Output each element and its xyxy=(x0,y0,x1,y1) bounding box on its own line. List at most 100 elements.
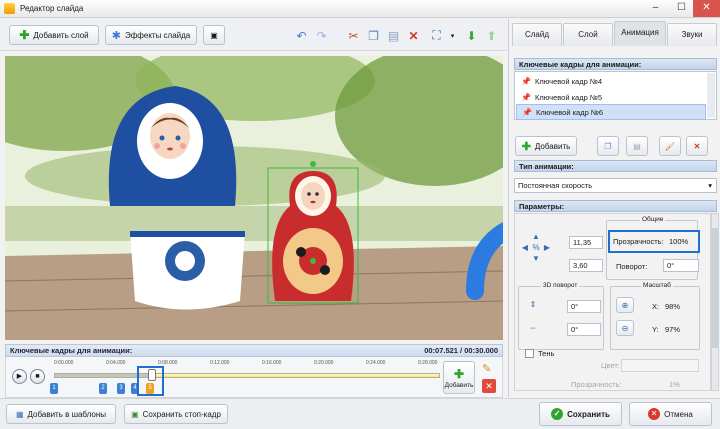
save-label: Сохранить xyxy=(567,409,610,419)
save-frame-button[interactable]: ▣ Сохранить стоп-кадр xyxy=(124,404,228,424)
shadow-color-field[interactable] xyxy=(621,359,699,372)
percent-icon[interactable]: % xyxy=(531,243,541,253)
opacity-value[interactable]: 100% xyxy=(669,237,688,246)
add-layer-button[interactable]: ✚ Добавить слой xyxy=(9,25,99,45)
slide-canvas[interactable] xyxy=(5,56,503,340)
tab-animation[interactable]: Анимация xyxy=(614,21,666,46)
screens-icon: ▣ xyxy=(210,30,218,40)
add-to-templates-button[interactable]: ▦ Добавить в шаблоны xyxy=(6,404,116,424)
ruler-tick: 0:20.000 xyxy=(314,360,334,366)
list-item[interactable]: 📌 Ключевой кадр №5 xyxy=(516,89,706,105)
animation-type-select[interactable]: Постоянная скорость ▾ xyxy=(514,178,717,193)
close-icon[interactable]: ✕ xyxy=(693,0,720,17)
slide-effects-button[interactable]: ✱ Эффекты слайда xyxy=(105,25,197,45)
undo-icon[interactable]: ↶ xyxy=(293,27,310,44)
move-down-icon[interactable]: ⬇ xyxy=(463,27,480,44)
scale-x-value[interactable]: 98% xyxy=(665,302,680,311)
rot3d-y-field[interactable]: 0° xyxy=(567,323,601,336)
scale-group-title: Масштаб xyxy=(641,282,673,289)
slide-effects-label: Эффекты слайда xyxy=(124,30,191,40)
tab-sounds[interactable]: Звуки xyxy=(667,23,717,46)
rot3d-group: 3D поворот xyxy=(518,282,604,350)
arrow-up-icon[interactable]: ▲ xyxy=(531,232,541,242)
play-icon: ▶ xyxy=(16,373,23,380)
shadow-opacity-label: Прозрачность: xyxy=(571,380,622,389)
scale-y-value[interactable]: 97% xyxy=(665,325,680,334)
zoom-in-button[interactable]: ⊕ xyxy=(616,297,634,313)
add-to-templates-label: Добавить в шаблоны xyxy=(27,409,107,419)
params-header: Параметры: xyxy=(514,200,717,212)
shadow-color-label: Цвет: xyxy=(601,361,620,370)
edit-icon[interactable]: ✎ xyxy=(482,362,496,376)
timeline-add-label: Добавить xyxy=(444,381,474,389)
tab-layer[interactable]: Слой xyxy=(563,23,613,46)
screens-button[interactable]: ▣ xyxy=(203,25,225,45)
list-item-label: Ключевой кадр №6 xyxy=(535,107,604,117)
shadow-opacity-value[interactable]: 1% xyxy=(669,380,680,389)
redo-icon[interactable]: ↷ xyxy=(313,27,330,44)
keyframe-marker[interactable]: 1 xyxy=(50,383,58,394)
rot3d-x-field[interactable]: 0° xyxy=(567,300,601,313)
rotate-3d-y-icon[interactable]: ⇔ xyxy=(528,323,538,333)
stop-button[interactable]: ■ xyxy=(30,369,45,384)
paste-icon[interactable]: ▤ xyxy=(385,27,402,44)
list-item[interactable]: 📌 Ключевой кадр №6 xyxy=(516,104,706,120)
cut-icon[interactable]: ✂ xyxy=(345,27,362,44)
params-scrollbar[interactable] xyxy=(711,213,719,391)
rotation-label: Поворот: xyxy=(616,262,648,271)
delete-icon: ✕ xyxy=(693,141,701,151)
minimize-icon[interactable]: – xyxy=(642,0,669,17)
fit-icon[interactable]: ⛶ xyxy=(428,27,445,44)
timeline-add-button[interactable]: ✚ Добавить xyxy=(443,361,475,394)
scrollbar-thumb[interactable] xyxy=(712,228,718,348)
list-scrollbar[interactable] xyxy=(707,73,715,118)
arrow-right-icon[interactable]: ▶ xyxy=(542,243,552,253)
add-keyframe-label: Добавить xyxy=(534,141,571,151)
properties-panel: Слайд Слой Анимация Звуки Ключевые кадры… xyxy=(508,19,720,397)
brush-button[interactable]: 🖌 xyxy=(659,136,681,156)
cancel-label: Отмена xyxy=(664,409,693,419)
keyframe-marker[interactable]: 3 xyxy=(117,383,125,394)
toolbar: ✚ Добавить слой ✱ Эффекты слайда ▣ ↶ ↷ ✂… xyxy=(0,19,507,51)
chevron-down-icon[interactable]: ▾ xyxy=(444,27,461,44)
copy-keyframe-button[interactable]: ❐ xyxy=(597,136,619,156)
play-button[interactable]: ▶ xyxy=(12,369,27,384)
move-up-icon[interactable]: ⬆ xyxy=(483,27,500,44)
rot3d-group-title: 3D поворот xyxy=(541,282,580,289)
ruler-tick: 0:04.000 xyxy=(106,360,126,366)
rotate-3d-x-icon[interactable]: ⇕ xyxy=(528,300,538,310)
shadow-checkbox[interactable] xyxy=(525,349,534,358)
arrow-down-icon[interactable]: ▼ xyxy=(531,254,541,264)
animation-type-value: Постоянная скорость xyxy=(518,181,593,190)
arrow-left-icon[interactable]: ◀ xyxy=(520,243,530,253)
scale-y-label: Y: xyxy=(652,325,659,334)
time-display: 00:07.521 / 00:30.000 xyxy=(424,346,498,355)
paste-keyframe-button[interactable]: ▤ xyxy=(626,136,648,156)
sparkle-icon: ✱ xyxy=(111,29,121,42)
add-keyframe-button[interactable]: ✚ Добавить xyxy=(515,136,577,156)
maximize-icon[interactable]: ☐ xyxy=(668,0,695,17)
zoom-out-button[interactable]: ⊖ xyxy=(616,320,634,336)
zoom-in-icon: ⊕ xyxy=(621,300,629,310)
copy-icon: ❐ xyxy=(604,141,612,151)
tab-slide[interactable]: Слайд xyxy=(512,23,562,46)
ruler-tick: 0:24.000 xyxy=(366,360,386,366)
title-bar: Редактор слайда – ☐ ✕ xyxy=(0,0,720,18)
cancel-button[interactable]: ✕ Отмена xyxy=(629,402,712,426)
rotation-field[interactable]: 0° xyxy=(663,259,699,272)
keyframes-section-header: Ключевые кадры для анимации: xyxy=(514,58,717,70)
position-y-field[interactable]: 3,60 xyxy=(569,259,603,272)
opacity-label: Прозрачность: xyxy=(613,237,664,246)
time-ruler: 0:00.000 0:04.000 0:08.000 0:12.000 0:16… xyxy=(54,360,446,369)
timeline-track[interactable] xyxy=(54,373,440,378)
copy-icon[interactable]: ❐ xyxy=(365,27,382,44)
keyframe-marker[interactable]: 2 xyxy=(99,383,107,394)
app-icon xyxy=(4,3,15,14)
delete-keyframe-icon[interactable]: ✕ xyxy=(482,379,496,393)
plus-icon: ✚ xyxy=(521,140,531,153)
delete-icon[interactable]: ✕ xyxy=(405,27,422,44)
remove-keyframe-button[interactable]: ✕ xyxy=(686,136,708,156)
position-x-field[interactable]: 11,35 xyxy=(569,236,603,249)
list-item[interactable]: 📌 Ключевой кадр №4 xyxy=(516,73,706,89)
save-button[interactable]: ✓ Сохранить xyxy=(539,402,622,426)
